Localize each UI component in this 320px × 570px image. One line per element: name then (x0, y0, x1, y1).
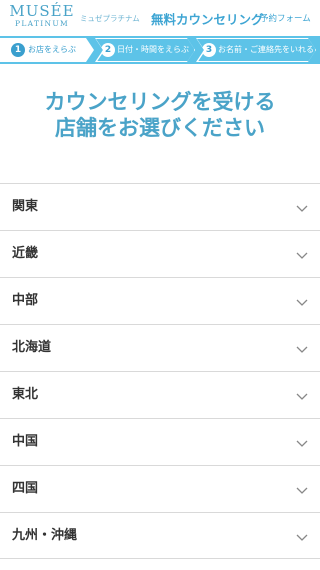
region-label: 中国 (12, 434, 39, 449)
step-2: 2 日付・時間をえらぶ (95, 38, 195, 62)
step-3-number: 3 (202, 43, 216, 57)
chevron-down-icon (296, 487, 308, 494)
chevron-down-icon (296, 252, 308, 259)
chevron-down-icon (296, 534, 308, 541)
page-title-line-2: 店舗をお選びください (55, 116, 265, 140)
region-row-hokkaido[interactable]: 北海道 (0, 324, 320, 371)
region-row-chugoku[interactable]: 中国 (0, 418, 320, 465)
region-row-chubu[interactable]: 中部 (0, 277, 320, 324)
logo-sub-text: PLATINUM (15, 19, 69, 28)
page-title: カウンセリングを受ける 店舗をお選びください (0, 89, 320, 141)
header-subtitle: 予約フォーム (260, 14, 311, 24)
chevron-down-icon (296, 346, 308, 353)
region-label: 九州・沖縄 (12, 528, 78, 543)
region-label: 近畿 (12, 246, 39, 261)
page-title-line-1: カウンセリングを受ける (44, 90, 276, 114)
logo-main-text: MUSÉE (9, 2, 75, 20)
logo-kana: ミュゼプラチナム (80, 14, 140, 23)
chevron-down-icon (296, 440, 308, 447)
region-label: 中部 (12, 293, 39, 308)
region-label: 関東 (12, 199, 39, 214)
step-3: 3 お名前・ご連絡先をいれる (196, 38, 316, 62)
region-label: 北海道 (12, 340, 52, 355)
region-row-kinki[interactable]: 近畿 (0, 230, 320, 277)
step-2-number: 2 (101, 43, 115, 57)
step-3-label: お名前・ご連絡先をいれる (218, 45, 314, 54)
chevron-down-icon (296, 205, 308, 212)
musee-platinum-logo[interactable]: MUSÉE PLATINUM (6, 3, 78, 33)
chevron-down-icon (296, 393, 308, 400)
region-row-kyushu-okinawa[interactable]: 九州・沖縄 (0, 512, 320, 559)
region-label: 四国 (12, 481, 39, 496)
step-1-number: 1 (11, 43, 25, 57)
chevron-down-icon (296, 299, 308, 306)
step-1: 1 お店をえらぶ (0, 38, 94, 62)
region-row-shikoku[interactable]: 四国 (0, 465, 320, 512)
region-label: 東北 (12, 387, 39, 402)
region-row-kanto[interactable]: 関東 (0, 183, 320, 230)
region-list: 関東 近畿 中部 北海道 東北 中国 四国 九州・沖縄 (0, 183, 320, 559)
step-progress-bar: 1 お店をえらぶ 2 日付・時間をえらぶ 3 お名前・ご連絡先をいれる (0, 36, 320, 64)
header: MUSÉE PLATINUM ミュゼプラチナム 無料カウンセリング 予約フォーム (0, 0, 320, 36)
step-2-label: 日付・時間をえらぶ (117, 45, 189, 54)
step-1-label: お店をえらぶ (28, 45, 76, 54)
header-title: 無料カウンセリング (151, 12, 264, 27)
region-row-tohoku[interactable]: 東北 (0, 371, 320, 418)
